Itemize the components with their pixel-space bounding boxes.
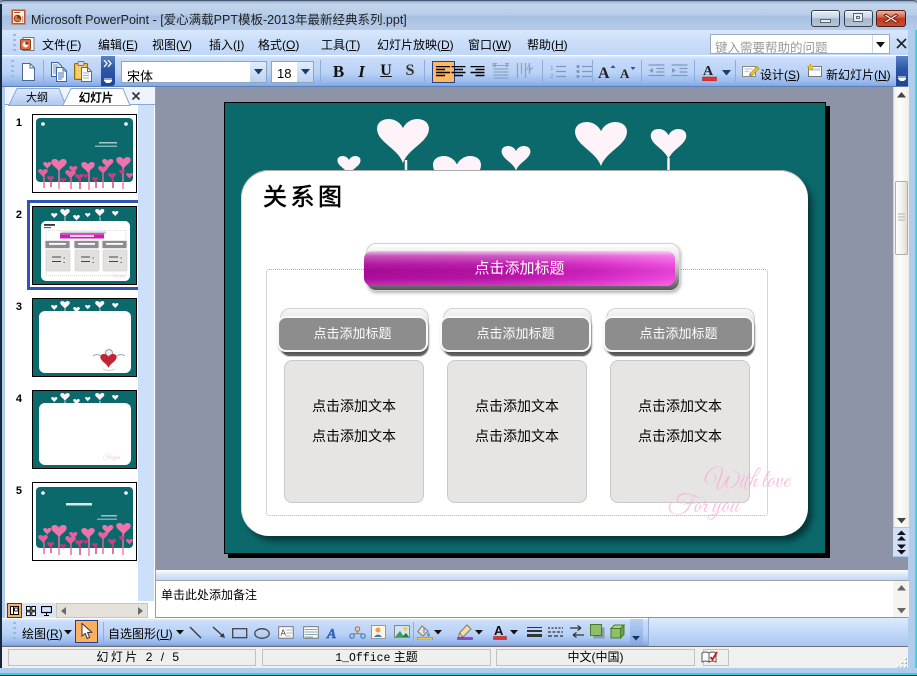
- svg-text:大纲: 大纲: [26, 90, 48, 104]
- svg-text:A: A: [494, 623, 504, 638]
- svg-text:For you: For you: [111, 272, 126, 280]
- svg-text:幻灯片: 幻灯片: [79, 91, 114, 105]
- svg-text:A: A: [281, 629, 287, 638]
- svg-text:1: 1: [550, 65, 554, 72]
- svg-text:A: A: [526, 64, 532, 73]
- svg-text:2: 2: [550, 73, 554, 79]
- svg-text:A: A: [598, 65, 610, 81]
- svg-text:A: A: [620, 66, 630, 81]
- svg-text:A: A: [326, 627, 336, 640]
- svg-text:For you: For you: [103, 455, 121, 462]
